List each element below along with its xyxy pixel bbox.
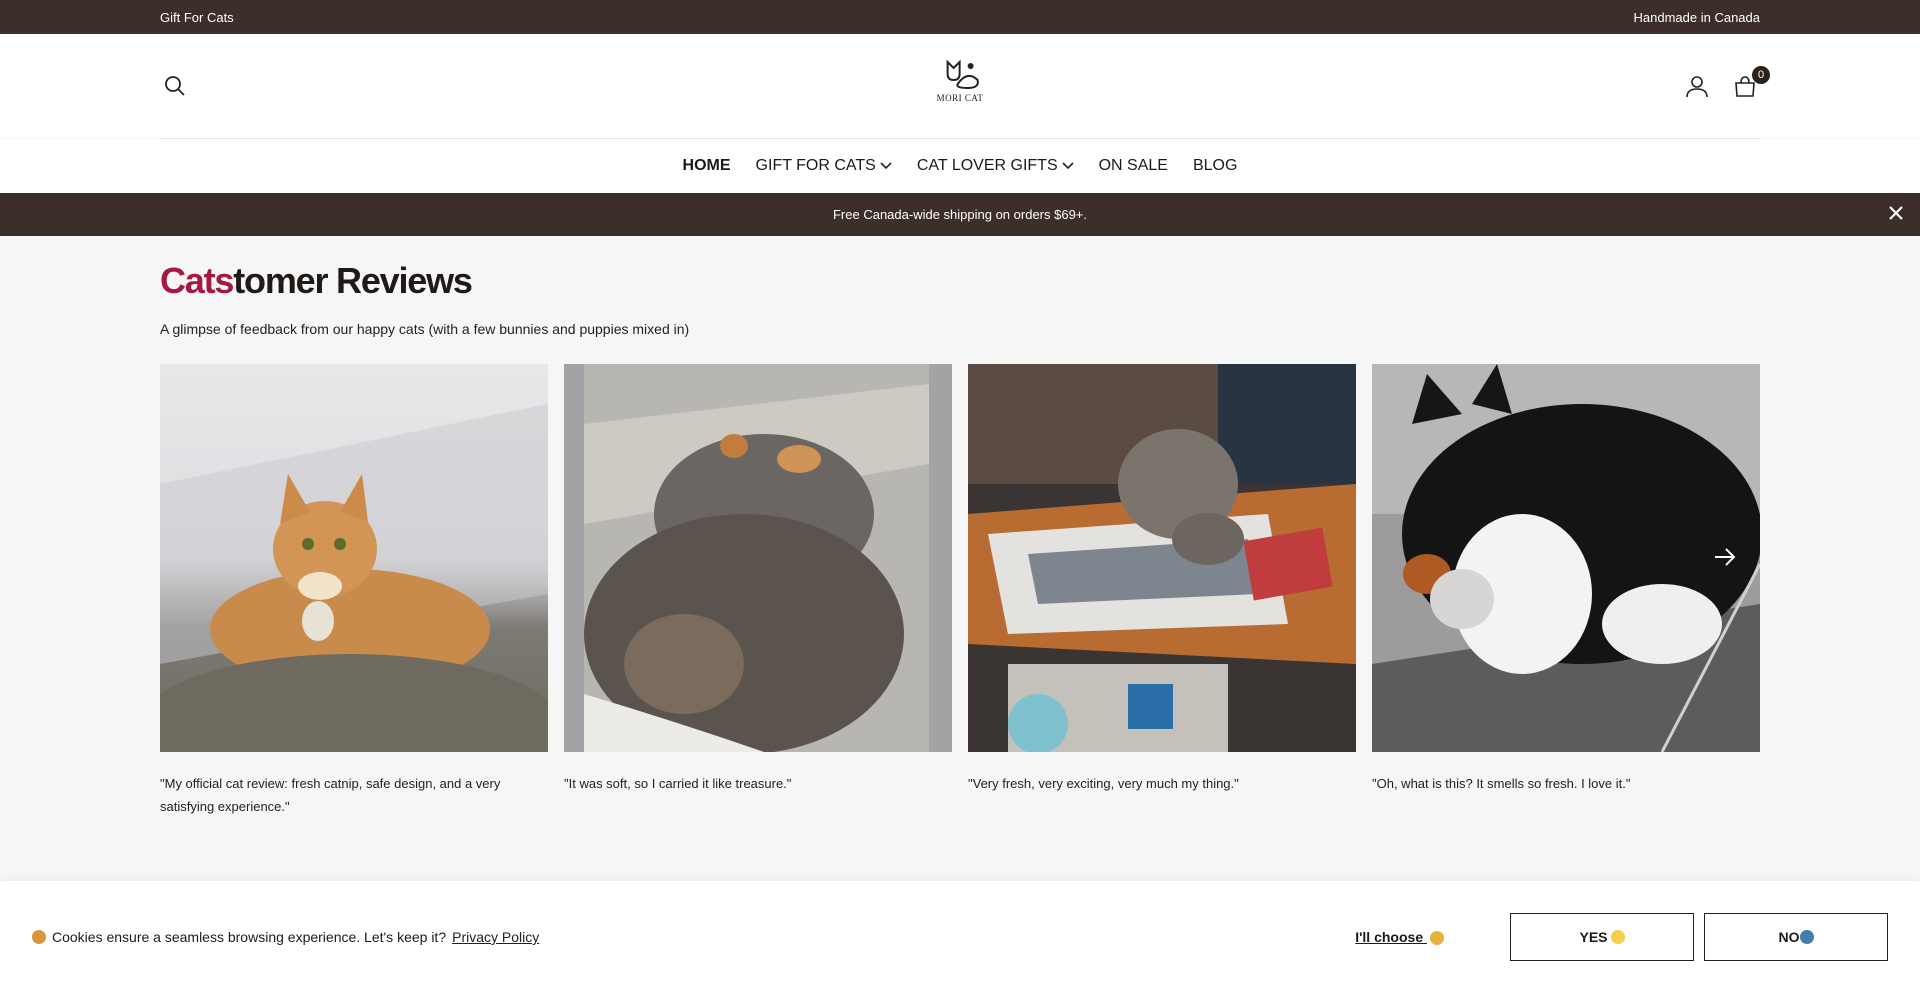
review-card[interactable]: "It was soft, so I carried it like treas… xyxy=(564,363,952,818)
customer-reviews-section: Catstomer Reviews A glimpse of feedback … xyxy=(0,236,1920,818)
main-nav: HOME GIFT FOR CATS CAT LOVER GIFTS ON SA… xyxy=(0,139,1920,193)
cookie-icon xyxy=(32,930,46,944)
nav-item-gift-for-cats[interactable]: GIFT FOR CATS xyxy=(756,157,892,175)
cookie-banner: Cookies ensure a seamless browsing exper… xyxy=(0,881,1920,993)
review-card[interactable]: "Oh, what is this? It smells so fresh. I… xyxy=(1372,363,1760,818)
cat-logo-icon xyxy=(946,59,980,90)
cart-count-badge: 0 xyxy=(1752,66,1770,84)
nav-item-on-sale[interactable]: ON SALE xyxy=(1099,157,1168,175)
hand-emoji-icon xyxy=(1430,931,1444,946)
smile-emoji-icon xyxy=(1610,930,1625,944)
topbar-left-link[interactable]: Gift For Cats xyxy=(160,10,234,25)
topbar-right-text: Handmade in Canada xyxy=(1633,9,1760,25)
review-photo-tuxedo-cat xyxy=(1372,363,1760,752)
site-header: MORI CAT 0 xyxy=(0,34,1920,138)
close-icon[interactable] xyxy=(1888,205,1904,224)
reviews-title: Catstomer Reviews xyxy=(160,260,473,301)
chevron-down-icon xyxy=(1062,162,1074,170)
nav-item-blog[interactable]: BLOG xyxy=(1193,157,1237,175)
review-card[interactable]: "My official cat review: fresh catnip, s… xyxy=(160,363,548,818)
review-card[interactable]: "Very fresh, very exciting, very much my… xyxy=(968,363,1356,818)
logo-text: MORI CAT xyxy=(936,93,984,103)
cookie-no-button[interactable]: NO xyxy=(1704,913,1888,961)
search-icon[interactable] xyxy=(160,71,190,101)
site-logo[interactable]: MORI CAT xyxy=(937,58,984,103)
cart-icon[interactable]: 0 xyxy=(1730,66,1770,101)
review-photo-table-cat xyxy=(968,363,1356,752)
reviews-carousel: "My official cat review: fresh catnip, s… xyxy=(160,363,1760,818)
review-caption: "It was soft, so I carried it like treas… xyxy=(564,775,792,791)
review-caption: "Oh, what is this? It smells so fresh. I… xyxy=(1372,775,1631,791)
announcement-text: Free Canada-wide shipping on orders $69+… xyxy=(832,207,1088,222)
privacy-policy-link[interactable]: Privacy Policy xyxy=(452,929,539,945)
account-icon[interactable] xyxy=(1682,71,1712,101)
announcement-bar: Free Canada-wide shipping on orders $69+… xyxy=(0,193,1920,236)
nav-item-cat-lover-gifts[interactable]: CAT LOVER GIFTS xyxy=(917,157,1074,175)
cookie-yes-button[interactable]: YES xyxy=(1510,913,1694,961)
review-photo-playing-cat xyxy=(564,363,952,752)
top-bar: Gift For Cats Handmade in Canada xyxy=(0,0,1920,34)
cookie-choose-link[interactable]: I'll choose xyxy=(1355,929,1444,946)
carousel-next-arrow-icon[interactable] xyxy=(1714,547,1736,572)
chevron-down-icon xyxy=(880,162,892,170)
review-caption: "Very fresh, very exciting, very much my… xyxy=(968,775,1239,791)
sad-emoji-icon xyxy=(1799,930,1814,944)
cookie-message: Cookies ensure a seamless browsing exper… xyxy=(32,929,1355,945)
review-caption: "My official cat review: fresh catnip, s… xyxy=(160,775,501,814)
review-photo-orange-cat xyxy=(160,363,548,752)
nav-item-home[interactable]: HOME xyxy=(683,157,731,175)
reviews-subtitle: A glimpse of feedback from our happy cat… xyxy=(160,320,690,337)
